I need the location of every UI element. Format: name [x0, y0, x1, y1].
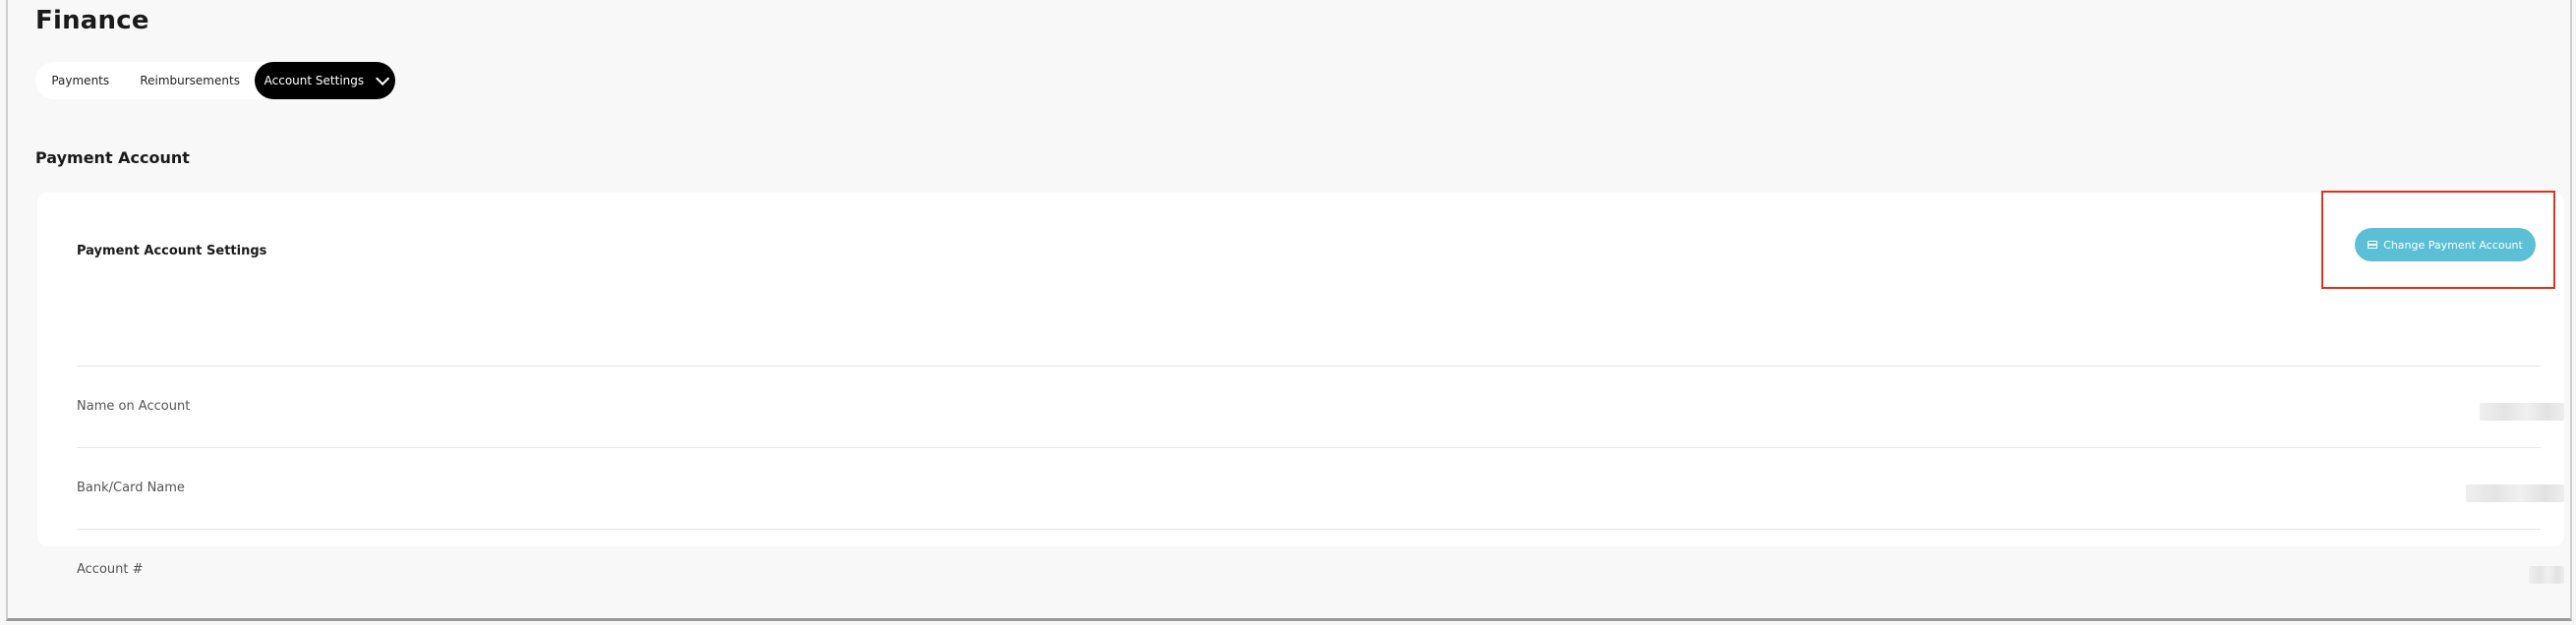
card-title: Payment Account Settings — [77, 244, 267, 258]
redacted-value — [2480, 403, 2564, 421]
tab-reimbursements[interactable]: Reimbursements — [126, 62, 255, 99]
change-payment-account-button[interactable]: Change Payment Account — [2355, 228, 2536, 261]
row-label-name-on-account: Name on Account — [77, 399, 191, 414]
app-frame: Finance Payments Reimbursements Account … — [6, 0, 2572, 621]
finance-tabs: Payments Reimbursements Account Settings — [35, 62, 395, 99]
change-payment-account-label: Change Payment Account — [2383, 238, 2523, 252]
tab-label: Account Settings — [263, 74, 365, 87]
chevron-down-icon — [376, 71, 390, 85]
tab-label: Reimbursements — [140, 74, 240, 87]
section-title: Payment Account — [35, 148, 190, 167]
tab-account-settings[interactable]: Account Settings — [254, 62, 395, 99]
credit-card-icon — [2368, 241, 2378, 249]
row-label-bank-card-name: Bank/Card Name — [77, 481, 185, 495]
row-label-account-number: Account # — [77, 562, 144, 577]
divider — [77, 366, 2541, 367]
divider — [77, 529, 2541, 530]
divider — [77, 447, 2541, 448]
tab-label: Payments — [51, 74, 110, 87]
redacted-value — [2529, 566, 2564, 584]
redacted-value — [2466, 484, 2564, 502]
page-title: Finance — [35, 6, 149, 35]
tab-payments[interactable]: Payments — [35, 62, 126, 99]
payment-account-card: Payment Account Settings Name on Account… — [37, 193, 2564, 584]
